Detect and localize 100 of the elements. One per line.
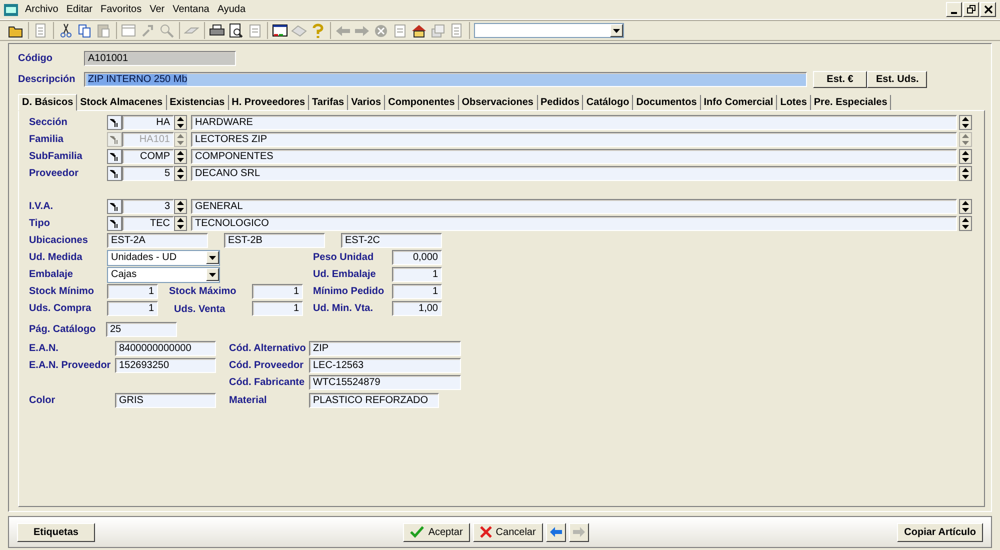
tab[interactable]: Varios (348, 95, 386, 110)
header-button[interactable]: Est. € (813, 71, 867, 88)
name-field[interactable]: DECANO SRL (191, 166, 957, 181)
spinner-icon[interactable] (959, 199, 972, 214)
field-label: Ud. Min. Vta. (313, 303, 374, 314)
input-field[interactable]: 1 (392, 267, 442, 282)
caret-icon (209, 256, 216, 260)
input-field[interactable]: EST-2B (224, 233, 325, 248)
field-label: Ud. Medida (29, 252, 84, 263)
name-field[interactable]: HARDWARE (191, 115, 957, 130)
spinner-icon[interactable] (959, 149, 972, 164)
menu-item[interactable]: Ayuda (216, 4, 247, 15)
name-field[interactable]: COMPONENTES (191, 149, 957, 164)
dropdown-value: Cajas (111, 269, 137, 280)
minimize-button[interactable] (946, 2, 962, 17)
dropdown[interactable]: Unidades - UD (107, 250, 220, 266)
spinner-icon[interactable] (174, 199, 187, 214)
dropdown[interactable]: Cajas (107, 266, 220, 282)
spinner-icon[interactable] (959, 115, 972, 130)
menu-item[interactable]: Favoritos (99, 4, 143, 15)
copy-article-button[interactable]: Copiar Artículo (897, 522, 983, 542)
spinner-icon[interactable] (959, 216, 972, 231)
menu-item[interactable]: Archivo (24, 4, 60, 15)
field-label: Uds. Compra (29, 303, 92, 314)
field-label: SubFamilia (29, 151, 84, 162)
field-label: Sección (29, 117, 68, 128)
tab[interactable]: Tarifas (309, 95, 348, 110)
input-field[interactable]: EST-2C (341, 233, 442, 248)
minimize-icon (951, 12, 957, 14)
header-button[interactable]: Est. Uds. (867, 71, 927, 88)
field-label: Peso Unidad (313, 252, 375, 263)
arrow-left-icon (550, 527, 562, 537)
lookup-icon (110, 170, 119, 178)
lookup-icon (110, 202, 119, 210)
menu-item[interactable]: Ventana (172, 4, 210, 15)
code-field[interactable]: 3 (122, 199, 174, 214)
field-label: Mínimo Pedido (313, 286, 386, 297)
app-icon[interactable] (4, 4, 18, 16)
monitor-icon[interactable] (272, 22, 288, 38)
input-field[interactable]: 1 (252, 301, 303, 316)
lookup-icon (110, 220, 119, 228)
labels-button[interactable]: Etiquetas (17, 522, 95, 542)
lookup-button[interactable] (107, 216, 122, 231)
name-field[interactable]: GENERAL (191, 199, 957, 214)
input-field[interactable]: 8400000000000 (115, 341, 216, 356)
input-field[interactable]: 1 (107, 301, 158, 316)
menu-item[interactable]: Editar (65, 4, 94, 15)
input-field[interactable]: WTC15524879 (309, 375, 461, 390)
input-field[interactable]: PLASTICO REFORZADO (309, 393, 439, 408)
input-field[interactable]: GRIS (115, 393, 216, 408)
restore-icon (966, 5, 976, 14)
field-label: Ud. Embalaje (313, 269, 377, 280)
lookup-icon (110, 136, 119, 144)
lookup-button[interactable] (107, 115, 122, 130)
arrow-right-icon (572, 527, 585, 537)
input-field[interactable]: ZIP (309, 341, 461, 356)
code-field[interactable]: 5 (122, 166, 174, 181)
combo-box[interactable] (474, 23, 624, 38)
input-field[interactable]: 25 (106, 322, 177, 337)
code-field[interactable]: TEC (122, 216, 174, 231)
spinner-icon[interactable] (174, 115, 187, 130)
input-field[interactable]: 1,00 (392, 301, 442, 316)
field-label: Cód. Alternativo (229, 343, 307, 354)
input-field[interactable]: LEC-12563 (309, 358, 461, 373)
lookup-icon (110, 118, 119, 126)
tab[interactable]: Stock Almacenes (77, 95, 167, 110)
input-field[interactable]: 152693250 (115, 358, 216, 373)
scissors-icon[interactable] (58, 22, 74, 38)
input-field[interactable]: 0,000 (392, 250, 442, 265)
home-icon[interactable] (411, 22, 427, 38)
spinner-icon[interactable] (174, 166, 187, 181)
menu-item[interactable]: Ver (148, 4, 166, 15)
code-field[interactable]: HA (122, 115, 174, 130)
previous-button[interactable] (546, 522, 566, 542)
tab[interactable]: D. Básicos (18, 94, 78, 111)
input-field[interactable]: ZIP INTERNO 250 Mb (84, 72, 807, 87)
lookup-button[interactable] (107, 149, 122, 164)
input-field[interactable]: EST-2A (107, 233, 208, 248)
field-label: Pág. Catálogo (29, 324, 97, 335)
check-icon (410, 526, 424, 538)
field-label: Tipo (29, 218, 51, 229)
printer-icon[interactable] (209, 22, 225, 38)
spinner-icon[interactable] (174, 149, 187, 164)
input-field[interactable]: 1 (392, 284, 442, 299)
cancel-button[interactable]: Cancelar (472, 522, 543, 542)
name-field[interactable]: TECNOLOGICO (191, 216, 957, 231)
code-field[interactable]: COMP (122, 149, 174, 164)
preview-icon[interactable] (228, 22, 244, 38)
lookup-button[interactable] (107, 199, 122, 214)
field-label: Embalaje (29, 269, 74, 280)
spinner-icon[interactable] (174, 216, 187, 231)
close-button[interactable] (980, 2, 996, 17)
accept-button[interactable]: Aceptar (403, 522, 470, 542)
lookup-button[interactable] (107, 166, 122, 181)
input-field[interactable]: 1 (107, 284, 158, 299)
input-field[interactable]: 1 (252, 284, 303, 299)
restore-button[interactable] (963, 2, 979, 17)
spinner-icon[interactable] (959, 166, 972, 181)
copy-icon[interactable] (77, 22, 93, 38)
input-field[interactable]: A101001 (84, 51, 236, 66)
